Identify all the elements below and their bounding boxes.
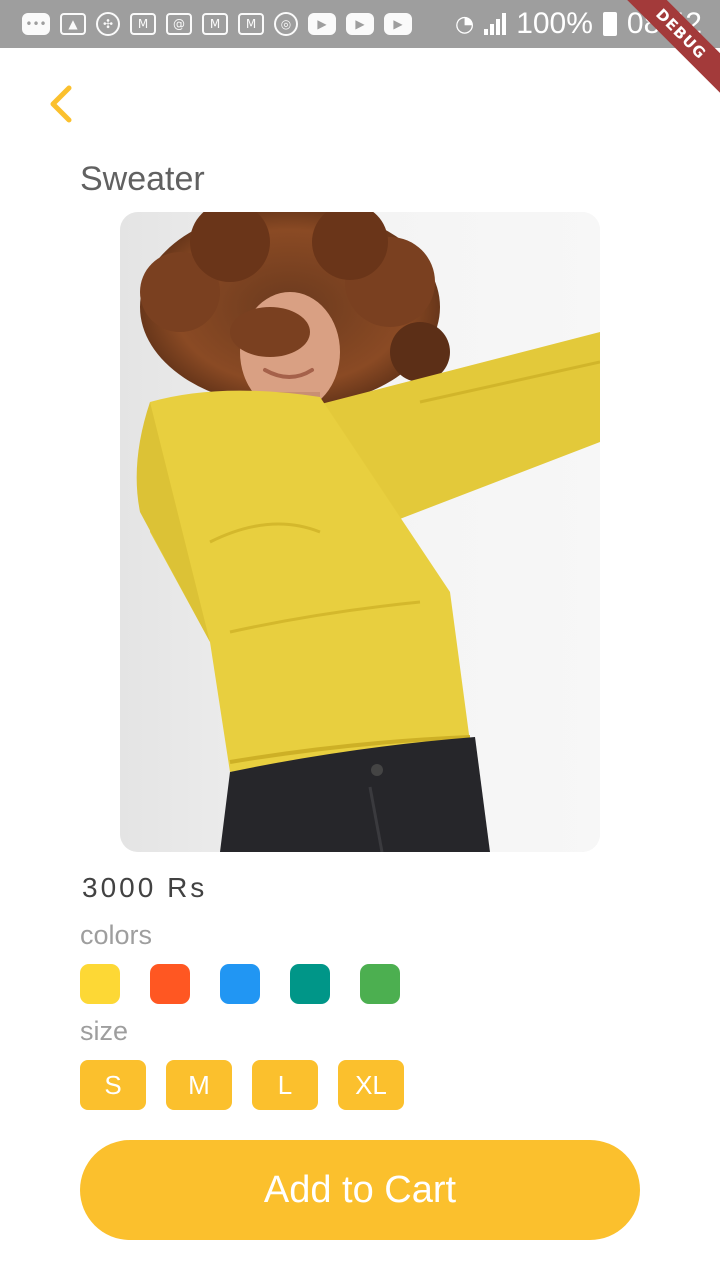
size-option-s[interactable]: S: [80, 1060, 146, 1110]
sync-icon: ◎: [274, 12, 298, 36]
battery-percent: 100%: [516, 7, 593, 40]
youtube-icon: ▶: [384, 13, 412, 35]
size-option-xl[interactable]: XL: [338, 1060, 404, 1110]
page-title: Sweater: [80, 160, 205, 198]
product-image: [120, 212, 600, 852]
signal-icon: [484, 13, 507, 35]
battery-icon: [602, 12, 617, 36]
pinwheel-icon: ✣: [96, 12, 120, 36]
colors-label: colors: [80, 920, 153, 950]
youtube-icon: ▶: [346, 13, 374, 35]
status-bar: ••• ▲ ✣ M @ M M ◎ ▶ ▶ ▶ ◔ 100% 08:42: [0, 0, 720, 48]
add-to-cart-button[interactable]: Add to Cart: [80, 1140, 640, 1240]
youtube-icon: ▶: [308, 13, 336, 35]
color-swatch-blue[interactable]: [220, 964, 260, 1004]
color-swatch-yellow[interactable]: [80, 964, 120, 1004]
notification-icons: ••• ▲ ✣ M @ M M ◎ ▶ ▶ ▶: [22, 12, 412, 36]
back-button[interactable]: [36, 80, 84, 128]
product-price: 3000 Rs: [82, 872, 208, 903]
size-label: size: [80, 1016, 129, 1046]
gmail-icon: M: [130, 13, 156, 35]
gallery-icon: ▲: [60, 13, 86, 35]
color-swatch-green[interactable]: [360, 964, 400, 1004]
message-icon: •••: [22, 13, 50, 35]
color-swatch-teal[interactable]: [290, 964, 330, 1004]
chevron-left-icon: [50, 85, 72, 123]
color-swatch-deep-orange[interactable]: [150, 964, 190, 1004]
size-option-l[interactable]: L: [252, 1060, 318, 1110]
size-options: S M L XL: [80, 1060, 404, 1110]
color-swatches: [80, 964, 400, 1004]
gmail-icon: M: [202, 13, 228, 35]
email-icon: @: [166, 13, 192, 35]
sweater-photo: [120, 212, 600, 852]
size-option-m[interactable]: M: [166, 1060, 232, 1110]
gmail-stack-icon: M: [238, 13, 264, 35]
wifi-icon: ◔: [454, 11, 475, 37]
